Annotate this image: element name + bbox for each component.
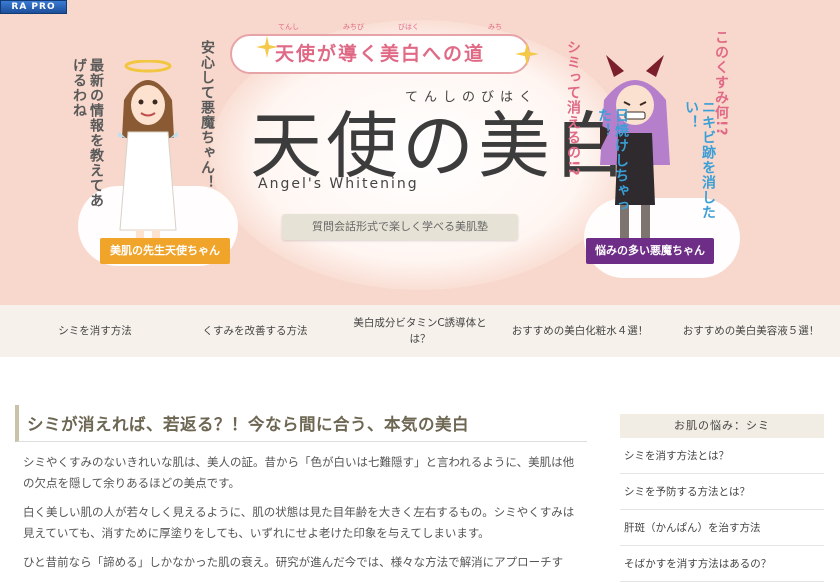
ruby-tenshi: てんし <box>278 23 299 31</box>
sparkle-icon <box>256 36 278 58</box>
devil-name-banner: 悩みの多い悪魔ちゃん <box>586 238 714 264</box>
devil-speech-1: シミって消えるの!? <box>565 40 581 177</box>
hero-banner: てんし みちび びはく みち 天使が導く美白への道 てんしのびはく 天使の美白 … <box>0 0 840 305</box>
nav-item-shimi[interactable]: シミを消す方法 <box>0 305 190 357</box>
ruby-michi: みち <box>488 23 502 31</box>
global-nav: シミを消す方法 くすみを改善する方法 美白成分ビタミンC誘導体とは？ おすすめの… <box>0 305 840 357</box>
sidebar-heading: お肌の悩み：シミ <box>620 414 824 438</box>
devil-speech-4: ニキビ跡を消したい！ <box>683 100 716 220</box>
nav-item-lotion[interactable]: おすすめの美白化粧水４選！ <box>495 305 665 357</box>
article-heading: シミが消えれば、若返る？！今なら間に合う、本気の美白 <box>15 405 587 442</box>
sidebar: お肌の悩み：シミ シミを消す方法とは？ シミを予防する方法とは？ 肝斑（かんぱん… <box>620 414 824 582</box>
devil-speech-2: 日焼けしちゃった！ <box>596 108 629 213</box>
article-paragraph: シミやくすみのないきれいな肌は、美人の証。昔から「色が白いは七難隠す」と言われる… <box>23 455 575 490</box>
sidebar-item-sobakasu[interactable]: そばかすを消す方法はあるの？ <box>620 546 824 582</box>
nav-item-serum[interactable]: おすすめの美白美容液５選！ <box>662 305 840 357</box>
angel-speech-2: 最新の情報を教えてあげるわね <box>71 58 104 208</box>
tagline-ribbon: 質問会話形式で楽しく学べる美肌塾 <box>282 214 518 240</box>
ra-pro-badge: RA PRO <box>0 0 67 14</box>
sidebar-item-kanpan[interactable]: 肝斑（かんぱん）を治す方法 <box>620 510 824 546</box>
sparkle-icon <box>515 42 539 66</box>
nav-item-kusumi[interactable]: くすみを改善する方法 <box>170 305 340 357</box>
logo-english: Angel's Whitening <box>258 176 419 192</box>
angel-speech-1: 安心して悪魔ちゃん！ <box>199 40 215 190</box>
nav-item-vitamin-c[interactable]: 美白成分ビタミンC誘導体とは？ <box>345 305 495 357</box>
article-paragraph: ひと昔前なら「諦める」しかなかった肌の衰え。研究が進んだ今では、様々な方法で解消… <box>23 555 564 569</box>
ruby-bihaku: びはく <box>398 23 419 31</box>
angel-name-banner: 美肌の先生天使ちゃん <box>100 238 230 264</box>
main-content: シミが消えれば、若返る？！今なら間に合う、本気の美白 シミやくすみのないきれいな… <box>15 405 587 573</box>
ruby-michibi: みちび <box>343 23 364 31</box>
sidebar-item-shimi-prevent[interactable]: シミを予防する方法とは？ <box>620 474 824 510</box>
sidebar-item-shimi-erase[interactable]: シミを消す方法とは？ <box>620 438 824 474</box>
article-paragraph: 白く美しい肌の人が若々しく見えるように、肌の状態は見た目年齢を大きく左右するもの… <box>23 505 575 540</box>
